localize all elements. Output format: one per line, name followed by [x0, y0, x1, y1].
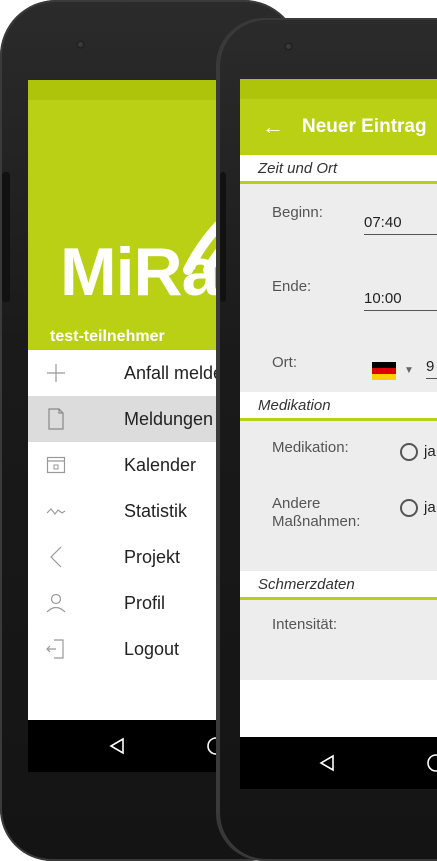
germany-flag-icon[interactable] [372, 362, 396, 380]
status-bar [240, 79, 437, 99]
dropdown-arrow-icon[interactable]: ▼ [404, 365, 414, 376]
menu-label: Statistik [124, 500, 188, 521]
right-phone-frame: ← Neuer Eintrag Zeit und Ort Beginn: 07:… [218, 18, 437, 861]
section-zeit-ort: Beginn: 07:40 Ende: 10:00 Ort: ▼ 9 [240, 184, 437, 392]
section-header-zeit-ort: Zeit und Ort [240, 155, 437, 184]
intensitaet-label: Intensität: [272, 616, 338, 633]
document-icon [42, 405, 70, 433]
beginn-field[interactable]: 07:40 [364, 214, 437, 235]
camera-dot [76, 40, 85, 49]
beginn-label: Beginn: [272, 204, 323, 221]
section-schmerzdaten: Intensität: [240, 600, 437, 680]
logout-icon [42, 635, 70, 663]
person-icon [42, 589, 70, 617]
radio-label: ja [424, 499, 436, 516]
back-arrow-icon[interactable]: ← [262, 116, 284, 138]
ort-field[interactable]: 9 [426, 358, 437, 379]
andere-label-line2: Maßnahmen: [272, 513, 361, 530]
ort-label: Ort: [272, 354, 297, 371]
toolbar: ← Neuer Eintrag [240, 99, 437, 155]
ende-label: Ende: [272, 278, 312, 295]
ende-field[interactable]: 10:00 [364, 290, 437, 311]
menu-label: Anfall melden [124, 362, 234, 383]
home-nav-icon[interactable] [426, 753, 437, 773]
menu-label: Projekt [124, 546, 181, 567]
chevron-left-icon [42, 543, 70, 571]
andere-label-line1: Andere [272, 495, 321, 512]
radio-label: ja [424, 443, 436, 460]
username: test-teilnehmer [50, 328, 165, 345]
medikation-label: Medikation: [272, 439, 349, 456]
back-nav-icon[interactable] [318, 754, 336, 772]
side-button [2, 172, 10, 302]
medikation-radio-ja[interactable] [400, 443, 418, 461]
plus-icon [42, 359, 70, 387]
menu-label: Kalender [124, 454, 197, 475]
page-title: Neuer Eintrag [302, 116, 427, 137]
menu-label: Profil [124, 592, 166, 613]
side-button [220, 172, 226, 302]
section-header-medikation: Medikation [240, 392, 437, 421]
back-nav-icon[interactable] [108, 737, 126, 755]
chart-icon [42, 497, 70, 525]
nav-bar [240, 737, 437, 789]
section-header-schmerzdaten: Schmerzdaten [240, 571, 437, 600]
section-medikation: Medikation: ja Andere Maßnahmen: ja [240, 421, 437, 571]
calendar-icon [42, 451, 70, 479]
app-logo: MiRa [60, 234, 219, 310]
andere-radio-ja[interactable] [400, 499, 418, 517]
camera-dot [284, 42, 293, 51]
menu-label: Meldungen [124, 408, 214, 429]
right-screen: ← Neuer Eintrag Zeit und Ort Beginn: 07:… [240, 79, 437, 789]
menu-label: Logout [124, 638, 180, 659]
